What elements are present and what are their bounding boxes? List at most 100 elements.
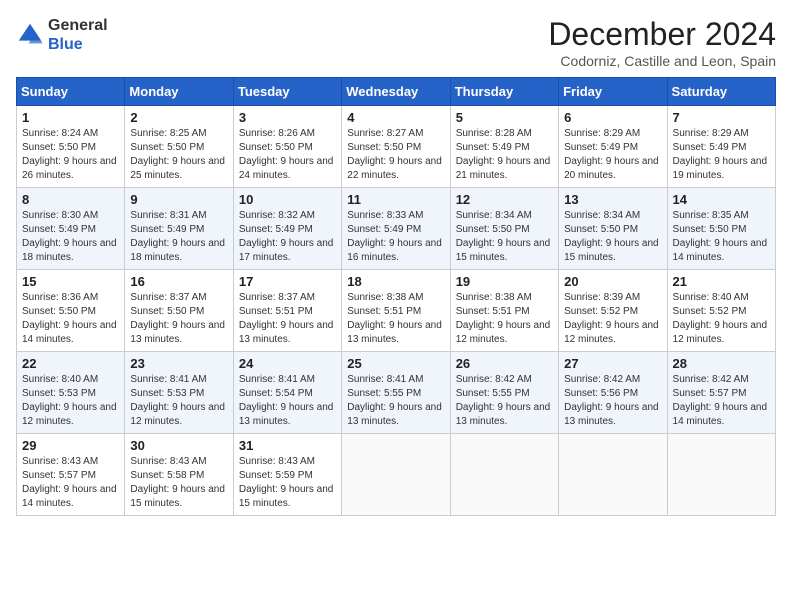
day-number: 12 [456,192,553,207]
calendar-cell: 15 Sunrise: 8:36 AM Sunset: 5:50 PM Dayl… [17,270,125,352]
day-number: 15 [22,274,119,289]
day-info: Sunrise: 8:33 AM Sunset: 5:49 PM Dayligh… [347,209,444,265]
day-number: 11 [347,192,444,207]
day-number: 18 [347,274,444,289]
day-info: Sunrise: 8:43 AM Sunset: 5:57 PM Dayligh… [22,455,119,511]
day-number: 1 [22,110,119,125]
week-row-3: 15 Sunrise: 8:36 AM Sunset: 5:50 PM Dayl… [17,270,776,352]
day-number: 3 [239,110,336,125]
day-info: Sunrise: 8:34 AM Sunset: 5:50 PM Dayligh… [456,209,553,265]
day-info: Sunrise: 8:24 AM Sunset: 5:50 PM Dayligh… [22,127,119,183]
calendar-cell: 11 Sunrise: 8:33 AM Sunset: 5:49 PM Dayl… [342,188,450,270]
week-row-4: 22 Sunrise: 8:40 AM Sunset: 5:53 PM Dayl… [17,352,776,434]
day-info: Sunrise: 8:41 AM Sunset: 5:53 PM Dayligh… [130,373,227,429]
calendar-table: SundayMondayTuesdayWednesdayThursdayFrid… [16,77,776,516]
calendar-cell: 1 Sunrise: 8:24 AM Sunset: 5:50 PM Dayli… [17,106,125,188]
calendar-cell [450,434,558,516]
day-info: Sunrise: 8:37 AM Sunset: 5:51 PM Dayligh… [239,291,336,347]
calendar-cell: 20 Sunrise: 8:39 AM Sunset: 5:52 PM Dayl… [559,270,667,352]
calendar-cell [667,434,775,516]
day-info: Sunrise: 8:34 AM Sunset: 5:50 PM Dayligh… [564,209,661,265]
title-area: December 2024 Codorniz, Castille and Leo… [548,16,776,69]
weekday-header-row: SundayMondayTuesdayWednesdayThursdayFrid… [17,78,776,106]
calendar-body: 1 Sunrise: 8:24 AM Sunset: 5:50 PM Dayli… [17,106,776,516]
logo-icon [16,21,44,49]
calendar-cell: 29 Sunrise: 8:43 AM Sunset: 5:57 PM Dayl… [17,434,125,516]
calendar-cell: 31 Sunrise: 8:43 AM Sunset: 5:59 PM Dayl… [233,434,341,516]
day-number: 9 [130,192,227,207]
calendar-cell: 30 Sunrise: 8:43 AM Sunset: 5:58 PM Dayl… [125,434,233,516]
calendar-cell: 7 Sunrise: 8:29 AM Sunset: 5:49 PM Dayli… [667,106,775,188]
day-info: Sunrise: 8:30 AM Sunset: 5:49 PM Dayligh… [22,209,119,265]
day-number: 28 [673,356,770,371]
calendar-cell: 2 Sunrise: 8:25 AM Sunset: 5:50 PM Dayli… [125,106,233,188]
day-info: Sunrise: 8:35 AM Sunset: 5:50 PM Dayligh… [673,209,770,265]
calendar-cell: 14 Sunrise: 8:35 AM Sunset: 5:50 PM Dayl… [667,188,775,270]
day-info: Sunrise: 8:36 AM Sunset: 5:50 PM Dayligh… [22,291,119,347]
day-number: 7 [673,110,770,125]
day-info: Sunrise: 8:29 AM Sunset: 5:49 PM Dayligh… [564,127,661,183]
day-info: Sunrise: 8:32 AM Sunset: 5:49 PM Dayligh… [239,209,336,265]
day-info: Sunrise: 8:42 AM Sunset: 5:57 PM Dayligh… [673,373,770,429]
calendar-cell: 28 Sunrise: 8:42 AM Sunset: 5:57 PM Dayl… [667,352,775,434]
day-info: Sunrise: 8:26 AM Sunset: 5:50 PM Dayligh… [239,127,336,183]
calendar-cell: 21 Sunrise: 8:40 AM Sunset: 5:52 PM Dayl… [667,270,775,352]
calendar-cell: 22 Sunrise: 8:40 AM Sunset: 5:53 PM Dayl… [17,352,125,434]
logo-general: General [48,16,108,35]
calendar-cell: 3 Sunrise: 8:26 AM Sunset: 5:50 PM Dayli… [233,106,341,188]
day-info: Sunrise: 8:43 AM Sunset: 5:58 PM Dayligh… [130,455,227,511]
day-info: Sunrise: 8:41 AM Sunset: 5:54 PM Dayligh… [239,373,336,429]
day-number: 5 [456,110,553,125]
calendar-cell: 23 Sunrise: 8:41 AM Sunset: 5:53 PM Dayl… [125,352,233,434]
day-number: 10 [239,192,336,207]
weekday-header-monday: Monday [125,78,233,106]
day-number: 25 [347,356,444,371]
calendar-cell: 4 Sunrise: 8:27 AM Sunset: 5:50 PM Dayli… [342,106,450,188]
day-number: 2 [130,110,227,125]
week-row-2: 8 Sunrise: 8:30 AM Sunset: 5:49 PM Dayli… [17,188,776,270]
day-number: 23 [130,356,227,371]
calendar-cell: 6 Sunrise: 8:29 AM Sunset: 5:49 PM Dayli… [559,106,667,188]
week-row-1: 1 Sunrise: 8:24 AM Sunset: 5:50 PM Dayli… [17,106,776,188]
calendar-cell: 24 Sunrise: 8:41 AM Sunset: 5:54 PM Dayl… [233,352,341,434]
calendar-cell: 12 Sunrise: 8:34 AM Sunset: 5:50 PM Dayl… [450,188,558,270]
day-number: 27 [564,356,661,371]
day-number: 4 [347,110,444,125]
day-number: 13 [564,192,661,207]
day-number: 14 [673,192,770,207]
calendar-cell [559,434,667,516]
month-title: December 2024 [548,16,776,53]
weekday-header-tuesday: Tuesday [233,78,341,106]
calendar-cell: 9 Sunrise: 8:31 AM Sunset: 5:49 PM Dayli… [125,188,233,270]
weekday-header-thursday: Thursday [450,78,558,106]
day-number: 19 [456,274,553,289]
day-number: 24 [239,356,336,371]
calendar-cell: 17 Sunrise: 8:37 AM Sunset: 5:51 PM Dayl… [233,270,341,352]
day-info: Sunrise: 8:42 AM Sunset: 5:56 PM Dayligh… [564,373,661,429]
day-number: 31 [239,438,336,453]
day-info: Sunrise: 8:39 AM Sunset: 5:52 PM Dayligh… [564,291,661,347]
day-info: Sunrise: 8:29 AM Sunset: 5:49 PM Dayligh… [673,127,770,183]
calendar-cell: 19 Sunrise: 8:38 AM Sunset: 5:51 PM Dayl… [450,270,558,352]
day-info: Sunrise: 8:28 AM Sunset: 5:49 PM Dayligh… [456,127,553,183]
day-number: 21 [673,274,770,289]
day-info: Sunrise: 8:27 AM Sunset: 5:50 PM Dayligh… [347,127,444,183]
calendar-cell: 5 Sunrise: 8:28 AM Sunset: 5:49 PM Dayli… [450,106,558,188]
week-row-5: 29 Sunrise: 8:43 AM Sunset: 5:57 PM Dayl… [17,434,776,516]
day-number: 30 [130,438,227,453]
calendar-cell: 16 Sunrise: 8:37 AM Sunset: 5:50 PM Dayl… [125,270,233,352]
day-number: 8 [22,192,119,207]
weekday-header-friday: Friday [559,78,667,106]
day-number: 16 [130,274,227,289]
day-info: Sunrise: 8:25 AM Sunset: 5:50 PM Dayligh… [130,127,227,183]
day-info: Sunrise: 8:37 AM Sunset: 5:50 PM Dayligh… [130,291,227,347]
calendar-cell: 27 Sunrise: 8:42 AM Sunset: 5:56 PM Dayl… [559,352,667,434]
logo: General Blue [16,16,108,54]
day-info: Sunrise: 8:31 AM Sunset: 5:49 PM Dayligh… [130,209,227,265]
header: General Blue December 2024 Codorniz, Cas… [16,16,776,69]
day-number: 17 [239,274,336,289]
calendar-cell: 8 Sunrise: 8:30 AM Sunset: 5:49 PM Dayli… [17,188,125,270]
day-number: 26 [456,356,553,371]
day-number: 6 [564,110,661,125]
logo-text: General Blue [48,16,108,54]
